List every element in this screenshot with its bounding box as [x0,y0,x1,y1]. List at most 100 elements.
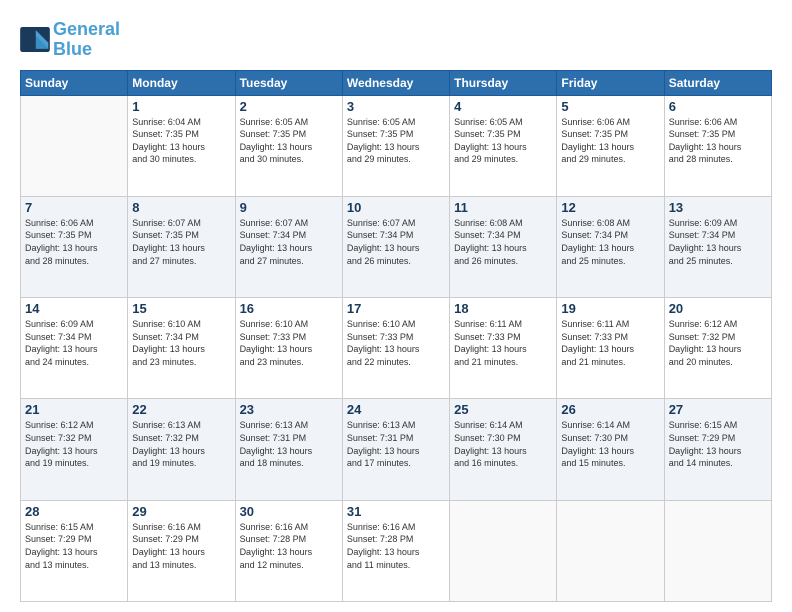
day-number: 8 [132,200,230,215]
day-info: Sunrise: 6:09 AM Sunset: 7:34 PM Dayligh… [25,318,123,368]
day-number: 17 [347,301,445,316]
weekday-header-saturday: Saturday [664,70,771,95]
day-number: 3 [347,99,445,114]
calendar-cell: 31 Sunrise: 6:16 AM Sunset: 7:28 PM Dayli… [342,500,449,601]
calendar-cell: 12 Sunrise: 6:08 AM Sunset: 7:34 PM Dayli… [557,196,664,297]
header: General Blue [20,20,772,60]
day-number: 13 [669,200,767,215]
day-number: 25 [454,402,552,417]
day-number: 31 [347,504,445,519]
calendar-cell [21,95,128,196]
calendar-cell: 7 Sunrise: 6:06 AM Sunset: 7:35 PM Daylig… [21,196,128,297]
day-info: Sunrise: 6:16 AM Sunset: 7:28 PM Dayligh… [240,521,338,571]
calendar-week-row: 21Sunrise: 6:12 AM Sunset: 7:32 PM Dayli… [21,399,772,500]
day-info: Sunrise: 6:07 AM Sunset: 7:34 PM Dayligh… [347,217,445,267]
calendar-cell: 24 Sunrise: 6:13 AM Sunset: 7:31 PM Dayli… [342,399,449,500]
day-info: Sunrise: 6:12 AM Sunset: 7:32 PM Dayligh… [669,318,767,368]
calendar-cell: 29 Sunrise: 6:16 AM Sunset: 7:29 PM Dayli… [128,500,235,601]
day-number: 26 [561,402,659,417]
day-info: Sunrise: 6:08 AM Sunset: 7:34 PM Dayligh… [454,217,552,267]
calendar-cell: 4 Sunrise: 6:05 AM Sunset: 7:35 PM Daylig… [450,95,557,196]
weekday-header-wednesday: Wednesday [342,70,449,95]
calendar-week-row: 7 Sunrise: 6:06 AM Sunset: 7:35 PM Daylig… [21,196,772,297]
calendar-cell: 27Sunrise: 6:15 AM Sunset: 7:29 PM Dayli… [664,399,771,500]
calendar-cell: 19 Sunrise: 6:11 AM Sunset: 7:33 PM Dayli… [557,298,664,399]
weekday-header-thursday: Thursday [450,70,557,95]
calendar-cell: 16 Sunrise: 6:10 AM Sunset: 7:33 PM Dayli… [235,298,342,399]
day-info: Sunrise: 6:13 AM Sunset: 7:31 PM Dayligh… [347,419,445,469]
calendar-cell: 30 Sunrise: 6:16 AM Sunset: 7:28 PM Dayli… [235,500,342,601]
calendar-cell: 5Sunrise: 6:06 AM Sunset: 7:35 PM Daylig… [557,95,664,196]
day-number: 28 [25,504,123,519]
day-number: 4 [454,99,552,114]
logo-text: General Blue [53,20,120,60]
calendar-cell: 1 Sunrise: 6:04 AM Sunset: 7:35 PM Daylig… [128,95,235,196]
day-number: 7 [25,200,123,215]
calendar-cell: 2 Sunrise: 6:05 AM Sunset: 7:35 PM Daylig… [235,95,342,196]
day-info: Sunrise: 6:14 AM Sunset: 7:30 PM Dayligh… [454,419,552,469]
day-number: 18 [454,301,552,316]
calendar-table: SundayMondayTuesdayWednesdayThursdayFrid… [20,70,772,602]
calendar-header-row: SundayMondayTuesdayWednesdayThursdayFrid… [21,70,772,95]
day-info: Sunrise: 6:06 AM Sunset: 7:35 PM Dayligh… [669,116,767,166]
day-number: 24 [347,402,445,417]
day-info: Sunrise: 6:07 AM Sunset: 7:34 PM Dayligh… [240,217,338,267]
calendar-cell: 21Sunrise: 6:12 AM Sunset: 7:32 PM Dayli… [21,399,128,500]
calendar-week-row: 1 Sunrise: 6:04 AM Sunset: 7:35 PM Daylig… [21,95,772,196]
day-info: Sunrise: 6:04 AM Sunset: 7:35 PM Dayligh… [132,116,230,166]
day-info: Sunrise: 6:07 AM Sunset: 7:35 PM Dayligh… [132,217,230,267]
day-info: Sunrise: 6:10 AM Sunset: 7:33 PM Dayligh… [347,318,445,368]
calendar-cell [450,500,557,601]
day-number: 22 [132,402,230,417]
logo: General Blue [20,20,120,60]
calendar-cell: 20 Sunrise: 6:12 AM Sunset: 7:32 PM Dayli… [664,298,771,399]
day-number: 29 [132,504,230,519]
day-number: 21 [25,402,123,417]
weekday-header-friday: Friday [557,70,664,95]
day-info: Sunrise: 6:05 AM Sunset: 7:35 PM Dayligh… [454,116,552,166]
day-number: 23 [240,402,338,417]
day-number: 12 [561,200,659,215]
day-info: Sunrise: 6:11 AM Sunset: 7:33 PM Dayligh… [561,318,659,368]
day-number: 16 [240,301,338,316]
calendar-cell: 3Sunrise: 6:05 AM Sunset: 7:35 PM Daylig… [342,95,449,196]
calendar-cell: 8 Sunrise: 6:07 AM Sunset: 7:35 PM Daylig… [128,196,235,297]
day-number: 27 [669,402,767,417]
calendar-week-row: 14 Sunrise: 6:09 AM Sunset: 7:34 PM Dayli… [21,298,772,399]
calendar-cell: 23 Sunrise: 6:13 AM Sunset: 7:31 PM Dayli… [235,399,342,500]
day-info: Sunrise: 6:10 AM Sunset: 7:34 PM Dayligh… [132,318,230,368]
calendar-cell: 9 Sunrise: 6:07 AM Sunset: 7:34 PM Daylig… [235,196,342,297]
calendar-cell: 10Sunrise: 6:07 AM Sunset: 7:34 PM Dayli… [342,196,449,297]
calendar-week-row: 28Sunrise: 6:15 AM Sunset: 7:29 PM Dayli… [21,500,772,601]
day-number: 14 [25,301,123,316]
day-info: Sunrise: 6:08 AM Sunset: 7:34 PM Dayligh… [561,217,659,267]
day-info: Sunrise: 6:05 AM Sunset: 7:35 PM Dayligh… [240,116,338,166]
day-number: 15 [132,301,230,316]
day-number: 2 [240,99,338,114]
page: General Blue SundayMondayTuesdayWednesda… [0,0,792,612]
calendar-cell: 28Sunrise: 6:15 AM Sunset: 7:29 PM Dayli… [21,500,128,601]
calendar-cell: 18 Sunrise: 6:11 AM Sunset: 7:33 PM Dayli… [450,298,557,399]
day-info: Sunrise: 6:06 AM Sunset: 7:35 PM Dayligh… [561,116,659,166]
day-info: Sunrise: 6:09 AM Sunset: 7:34 PM Dayligh… [669,217,767,267]
day-info: Sunrise: 6:10 AM Sunset: 7:33 PM Dayligh… [240,318,338,368]
day-number: 9 [240,200,338,215]
day-info: Sunrise: 6:11 AM Sunset: 7:33 PM Dayligh… [454,318,552,368]
day-info: Sunrise: 6:13 AM Sunset: 7:31 PM Dayligh… [240,419,338,469]
calendar-cell [664,500,771,601]
day-number: 11 [454,200,552,215]
day-info: Sunrise: 6:16 AM Sunset: 7:28 PM Dayligh… [347,521,445,571]
day-info: Sunrise: 6:06 AM Sunset: 7:35 PM Dayligh… [25,217,123,267]
day-info: Sunrise: 6:16 AM Sunset: 7:29 PM Dayligh… [132,521,230,571]
day-info: Sunrise: 6:14 AM Sunset: 7:30 PM Dayligh… [561,419,659,469]
day-number: 6 [669,99,767,114]
calendar-cell: 26 Sunrise: 6:14 AM Sunset: 7:30 PM Dayli… [557,399,664,500]
calendar-cell: 15 Sunrise: 6:10 AM Sunset: 7:34 PM Dayli… [128,298,235,399]
day-number: 30 [240,504,338,519]
calendar-cell [557,500,664,601]
day-number: 1 [132,99,230,114]
weekday-header-monday: Monday [128,70,235,95]
day-number: 20 [669,301,767,316]
day-number: 19 [561,301,659,316]
calendar-cell: 14 Sunrise: 6:09 AM Sunset: 7:34 PM Dayli… [21,298,128,399]
